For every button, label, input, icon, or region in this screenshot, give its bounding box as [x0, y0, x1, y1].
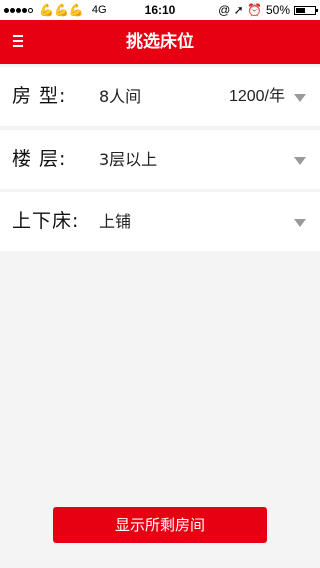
page-title: 挑选床位 [126, 32, 194, 52]
battery-percent: 50% [265, 3, 290, 17]
room-type-row[interactable]: 房 型: 8人间 1200/年 [0, 67, 320, 126]
show-remaining-rooms-button[interactable]: 显示所剩房间 [53, 507, 267, 543]
bunk-row[interactable]: 上下床: 上铺 [0, 192, 320, 251]
room-type-label: 房 型: [12, 85, 67, 107]
room-type-price: 1200/年 [228, 88, 285, 105]
status-bar: 💪💪💪 4G 16:10 @ ➚ ⏰ 50% [0, 0, 320, 20]
floor-value: 3层以上 [99, 150, 158, 169]
floor-row[interactable]: 楼 层: 3层以上 [0, 130, 320, 189]
status-icons: @ ➚ ⏰ [218, 3, 262, 17]
battery-icon [294, 5, 318, 15]
room-type-value: 8人间 [99, 87, 142, 106]
status-right: @ ➚ ⏰ 50% [218, 3, 318, 17]
bunk-label: 上下床: [12, 210, 80, 232]
dropdown-arrow-icon[interactable] [294, 94, 306, 102]
floor-label: 楼 层: [12, 148, 67, 170]
dropdown-arrow-icon[interactable] [294, 157, 306, 165]
dropdown-arrow-icon[interactable] [294, 219, 306, 227]
bunk-value: 上铺 [99, 212, 132, 231]
navbar: 挑选床位 [0, 20, 320, 64]
